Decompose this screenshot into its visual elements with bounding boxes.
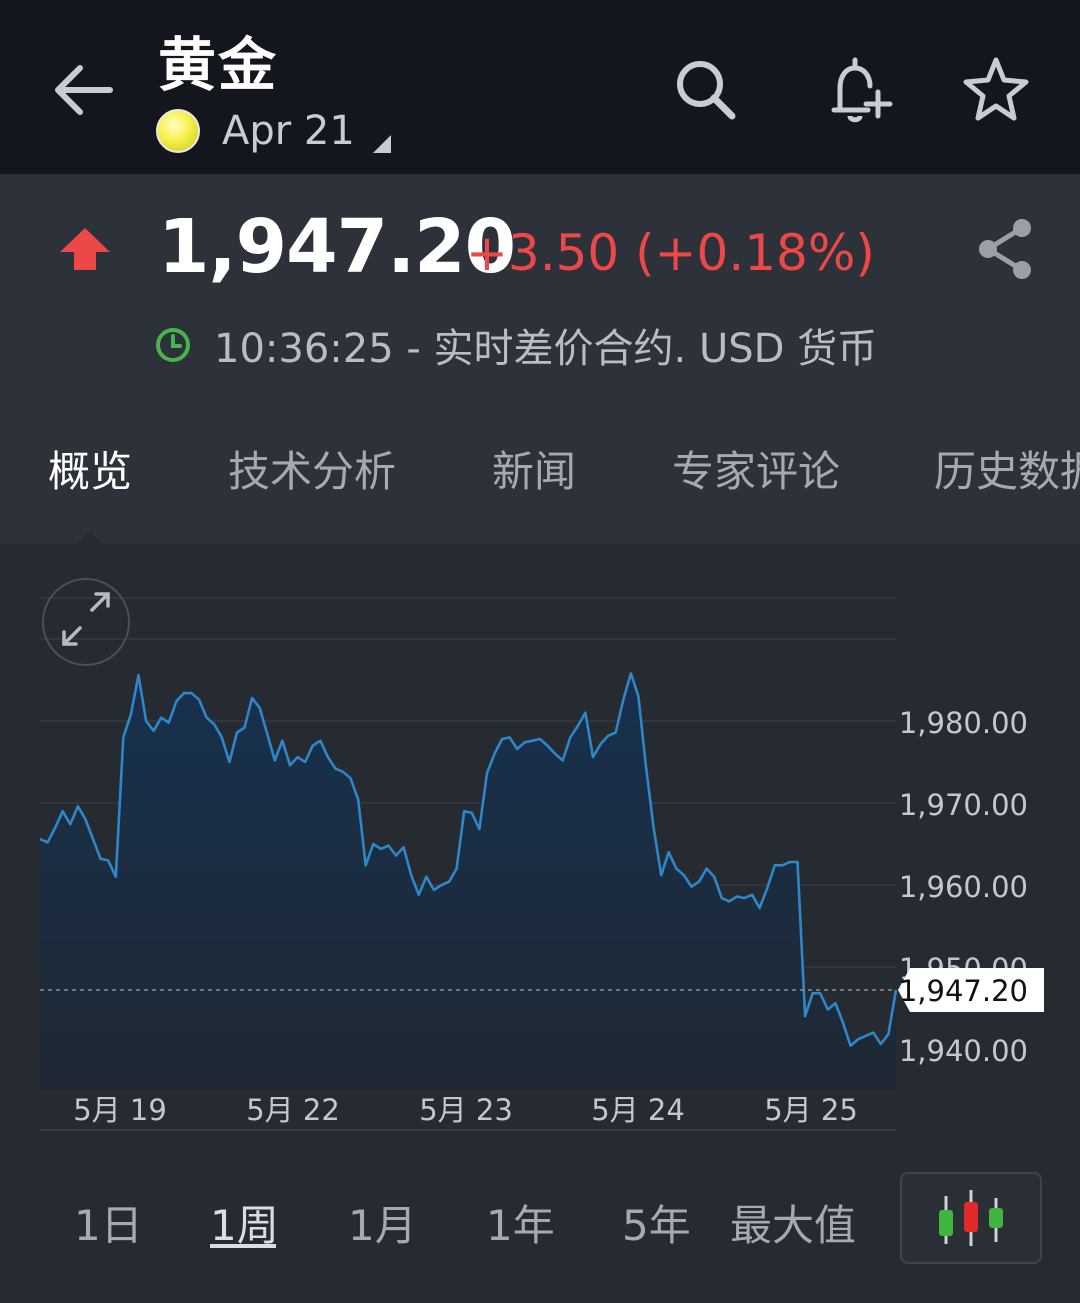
expand-chart-button[interactable] bbox=[42, 578, 130, 666]
tab-historical-data[interactable]: 历史数据 bbox=[934, 444, 1080, 500]
chart-canvas: 1,940.001,950.001,960.001,970.001,980.00… bbox=[39, 597, 1044, 1131]
range-5y[interactable]: 5年 bbox=[622, 1192, 691, 1253]
range-1m[interactable]: 1月 bbox=[348, 1192, 417, 1253]
add-alert-bell-icon[interactable] bbox=[820, 52, 896, 128]
x-tick-label: 5月 24 bbox=[591, 1093, 685, 1127]
active-tab-indicator bbox=[76, 532, 104, 544]
tab-news[interactable]: 新闻 bbox=[492, 444, 576, 500]
x-tick-label: 5月 22 bbox=[246, 1093, 340, 1127]
last-price: 1,947.20 bbox=[158, 204, 516, 290]
range-1y[interactable]: 1年 bbox=[486, 1192, 555, 1253]
contract-label: Apr 21 bbox=[222, 108, 355, 154]
y-tick-label: 1,960.00 bbox=[899, 870, 1028, 904]
candlestick-icon bbox=[939, 1190, 1003, 1246]
clock-icon bbox=[156, 328, 190, 362]
quote-time-info: 10:36:25 - 实时差价合约. USD 货币 bbox=[214, 326, 878, 372]
back-arrow-icon[interactable] bbox=[44, 50, 124, 130]
app-bar: 黄金 Apr 21 bbox=[0, 0, 1080, 174]
active-range-underline bbox=[210, 1244, 276, 1248]
tab-analysis[interactable]: 专家评论 bbox=[672, 444, 840, 500]
range-1d[interactable]: 1日 bbox=[74, 1192, 143, 1253]
section-tabs: 概览 技术分析 新闻 专家评论 历史数据 bbox=[0, 444, 1080, 544]
gold-coin-icon bbox=[156, 109, 200, 153]
y-tick-label: 1,970.00 bbox=[899, 788, 1028, 822]
time-range-selector: 1日 1周 1月 1年 5年 最大值 bbox=[0, 1160, 1080, 1280]
price-up-arrow-icon bbox=[60, 228, 110, 270]
quote-header: 1,947.20 +3.50 (+0.18%) 10:36:25 - 实时差价合… bbox=[0, 174, 1080, 544]
favorite-star-icon[interactable] bbox=[958, 52, 1034, 128]
x-tick-label: 5月 25 bbox=[764, 1093, 858, 1127]
candlestick-toggle-button[interactable] bbox=[900, 1172, 1042, 1264]
y-tick-label: 1,980.00 bbox=[899, 706, 1028, 740]
price-change: +3.50 (+0.18%) bbox=[466, 224, 875, 282]
chart-area-fill bbox=[40, 673, 896, 1090]
range-max[interactable]: 最大值 bbox=[730, 1192, 856, 1253]
share-icon[interactable] bbox=[970, 214, 1040, 284]
caret-down-icon bbox=[372, 135, 391, 153]
x-tick-label: 5月 19 bbox=[73, 1093, 167, 1127]
x-tick-label: 5月 23 bbox=[419, 1093, 513, 1127]
search-icon[interactable] bbox=[668, 52, 744, 128]
contract-selector[interactable]: Apr 21 bbox=[156, 104, 391, 158]
tab-technical[interactable]: 技术分析 bbox=[228, 444, 396, 500]
price-chart[interactable]: 1,940.001,950.001,960.001,970.001,980.00… bbox=[0, 544, 1080, 1154]
expand-icon bbox=[62, 592, 110, 646]
tab-overview[interactable]: 概览 bbox=[48, 444, 132, 500]
instrument-title: 黄金 bbox=[158, 31, 279, 99]
current-price-tag-label: 1,947.20 bbox=[899, 974, 1028, 1008]
app-screen: 黄金 Apr 21 1,947.20 +3.50 (+0.18%) 10:36:… bbox=[0, 0, 1080, 1303]
y-tick-label: 1,940.00 bbox=[899, 1034, 1028, 1068]
